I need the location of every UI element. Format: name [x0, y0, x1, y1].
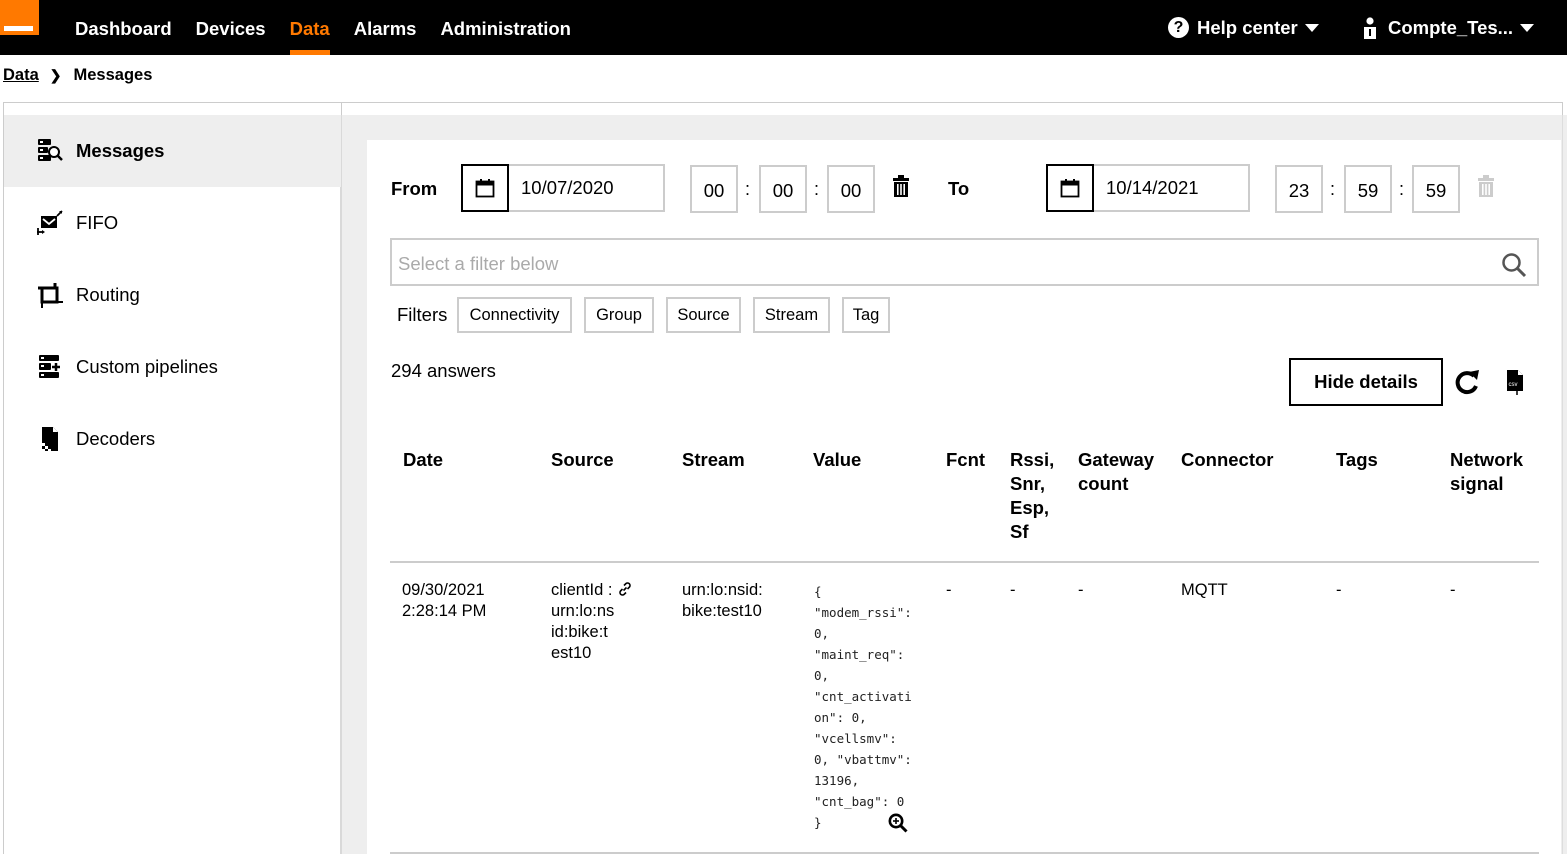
- calendar-icon: [475, 179, 495, 198]
- source-prefix: clientId :: [551, 581, 618, 599]
- time-separator: :: [745, 179, 751, 199]
- caret-down-icon: [1520, 23, 1535, 32]
- source-value: urn:lo:ns id:bike:t est10: [551, 602, 615, 662]
- cell-fcnt: -: [946, 581, 952, 599]
- from-minute-input[interactable]: 00: [759, 165, 807, 213]
- chevron-right-icon: ❯: [49, 67, 62, 83]
- sidebar-item-label: Custom pipelines: [76, 356, 218, 377]
- to-label: To: [948, 178, 970, 199]
- to-second-input[interactable]: 59: [1412, 165, 1460, 213]
- nav-administration[interactable]: Administration: [440, 0, 571, 55]
- column-header-network-signal[interactable]: Network signal: [1450, 448, 1523, 496]
- column-header-date[interactable]: Date: [403, 448, 443, 472]
- frame-top: [3, 102, 1563, 116]
- filter-chip-connectivity[interactable]: Connectivity: [457, 297, 572, 333]
- main-border: [1562, 115, 1563, 854]
- breadcrumb-current: Messages: [73, 66, 153, 84]
- help-center-label: Help center: [1197, 16, 1298, 38]
- column-header-stream[interactable]: Stream: [682, 448, 745, 472]
- nav-devices[interactable]: Devices: [196, 0, 266, 55]
- sidebar-item-decoders[interactable]: Decoders: [4, 403, 341, 475]
- trash-icon-disabled: [1478, 175, 1494, 197]
- column-header-tags[interactable]: Tags: [1336, 448, 1378, 472]
- hide-details-button[interactable]: Hide details: [1289, 358, 1443, 406]
- decoder-file-icon: [42, 427, 58, 451]
- link-icon[interactable]: [617, 581, 633, 597]
- filter-chip-stream[interactable]: Stream: [753, 297, 830, 333]
- column-header-fcnt[interactable]: Fcnt: [946, 448, 985, 472]
- cell-connector: MQTT: [1181, 581, 1228, 599]
- filter-chip-source[interactable]: Source: [666, 297, 741, 333]
- from-hour-input[interactable]: 00: [690, 165, 738, 213]
- time-separator: :: [1399, 179, 1405, 199]
- sidebar-item-routing[interactable]: Routing: [4, 259, 341, 331]
- frame-divider: [341, 102, 342, 116]
- nav-data[interactable]: Data: [289, 0, 330, 55]
- search-placeholder: Select a filter below: [398, 253, 559, 274]
- fifo-envelope-icon: [37, 210, 63, 235]
- cell-network-signal: -: [1450, 581, 1456, 599]
- sidebar-item-messages[interactable]: Messages: [4, 115, 341, 187]
- sidebar-item-custom-pipelines[interactable]: Custom pipelines: [4, 331, 341, 403]
- sidebar: Messages FIFO Routing Custom pipelines D…: [3, 115, 342, 854]
- sidebar-item-label: FIFO: [76, 212, 119, 233]
- cell-gateway-count: -: [1078, 581, 1084, 599]
- cell-source: clientId : urn:lo:ns id:bike:t est10: [551, 580, 633, 664]
- time-separator: :: [1330, 179, 1336, 199]
- messages-search-icon: [38, 139, 63, 161]
- to-hour-input[interactable]: 23: [1275, 165, 1323, 213]
- trash-icon[interactable]: [892, 175, 910, 197]
- column-header-value[interactable]: Value: [813, 448, 861, 472]
- filters-label: Filters: [397, 304, 448, 325]
- cell-value: { "modem_rssi": 0, "maint_req": 0, "cnt_…: [814, 584, 912, 830]
- user-icon: [1364, 16, 1376, 39]
- filter-chip-tag[interactable]: Tag: [842, 297, 890, 333]
- cell-rssi: -: [1010, 581, 1016, 599]
- filter-search-input[interactable]: Select a filter below: [390, 238, 1539, 286]
- column-header-gateway-count[interactable]: Gateway count: [1078, 448, 1154, 496]
- from-label: From: [391, 178, 438, 199]
- logo-bar: [4, 26, 33, 31]
- from-date-input[interactable]: 10/07/2020: [509, 164, 665, 212]
- orange-logo[interactable]: [0, 0, 39, 35]
- top-navbar: Dashboard Devices Data Alarms Administra…: [0, 0, 1567, 55]
- to-calendar-button[interactable]: [1046, 164, 1094, 212]
- breadcrumb-data-link[interactable]: Data: [3, 66, 39, 85]
- sidebar-item-label: Messages: [76, 140, 165, 161]
- account-label: Compte_Tes...: [1388, 16, 1514, 38]
- calendar-icon: [1060, 179, 1080, 198]
- pipeline-add-icon: [39, 355, 60, 378]
- account-menu[interactable]: Compte_Tes...: [1362, 0, 1535, 55]
- cell-stream: urn:lo:nsid: bike:test10: [682, 581, 763, 620]
- to-minute-input[interactable]: 59: [1344, 165, 1392, 213]
- column-header-source[interactable]: Source: [551, 448, 614, 472]
- header-divider: [390, 561, 1539, 563]
- csv-export-icon[interactable]: csv: [1506, 368, 1524, 396]
- to-date-input[interactable]: 10/14/2021: [1094, 164, 1250, 212]
- sidebar-item-label: Routing: [76, 284, 140, 305]
- time-separator: :: [814, 179, 820, 199]
- from-second-input[interactable]: 00: [827, 165, 875, 213]
- filter-chip-group[interactable]: Group: [584, 297, 654, 333]
- main-nav: Dashboard Devices Data Alarms Administra…: [75, 0, 595, 55]
- cell-date: 09/30/2021 2:28:14 PM: [402, 581, 487, 620]
- routing-icon: [38, 283, 63, 308]
- cell-tags: -: [1336, 581, 1342, 599]
- caret-down-icon: [1304, 23, 1319, 32]
- help-center-menu[interactable]: ? Help center: [1168, 0, 1319, 55]
- from-calendar-button[interactable]: [461, 164, 509, 212]
- nav-alarms[interactable]: Alarms: [354, 0, 417, 55]
- help-icon: ?: [1168, 17, 1189, 38]
- column-header-connector[interactable]: Connector: [1181, 448, 1274, 472]
- column-header-rssi[interactable]: Rssi, Snr, Esp, Sf: [1010, 448, 1054, 544]
- answers-count: 294 answers: [391, 360, 496, 381]
- sidebar-item-fifo[interactable]: FIFO: [4, 187, 341, 259]
- zoom-in-icon[interactable]: [888, 813, 908, 833]
- nav-dashboard[interactable]: Dashboard: [75, 0, 172, 55]
- breadcrumb: Data ❯ Messages: [3, 66, 152, 85]
- svg-text:csv: csv: [1509, 382, 1518, 388]
- refresh-icon[interactable]: [1454, 368, 1480, 396]
- search-icon[interactable]: [1501, 252, 1527, 278]
- sidebar-item-label: Decoders: [76, 428, 156, 449]
